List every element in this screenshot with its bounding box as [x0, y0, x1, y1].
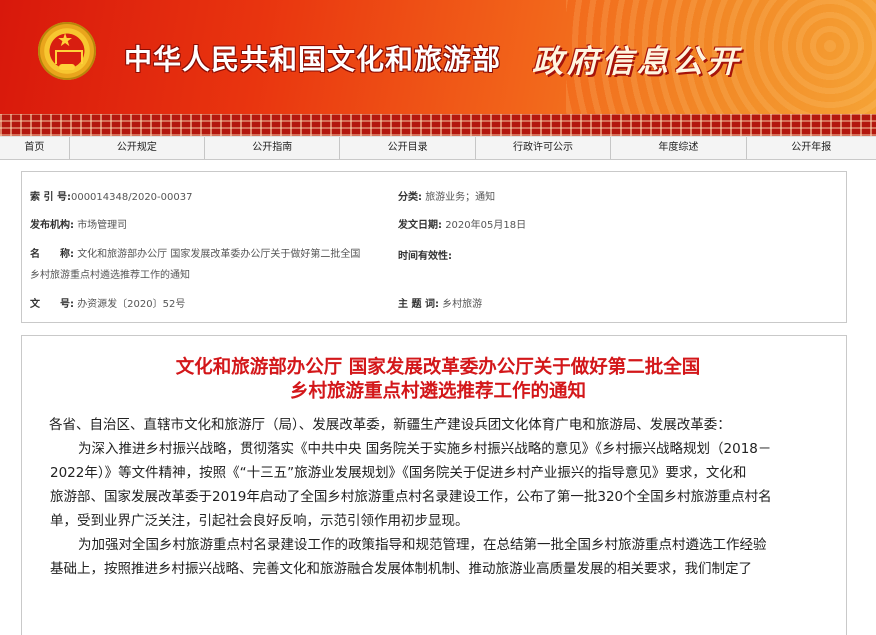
- gate-icon: [55, 50, 83, 64]
- nav-item-annual-summary[interactable]: 年度综述: [611, 137, 747, 159]
- nav-item-disclosure-rules[interactable]: 公开规定: [70, 137, 206, 159]
- meta-category: 分类: 旅游业务；通知: [398, 192, 496, 203]
- meta-doc-name: 名 称: 文化和旅游部办公厅 国家发展改革委办公厅关于做好第二批全国 乡村旅游重…: [30, 249, 361, 281]
- nav-item-annual-report[interactable]: 公开年报: [747, 137, 876, 159]
- nav-item-disclosure-guide[interactable]: 公开指南: [205, 137, 341, 159]
- article-title-line: 乡村旅游重点村遴选推荐工作的通知: [289, 381, 586, 402]
- decorative-pattern-strip: [0, 114, 876, 136]
- article-paragraph-line: 2022年）》等文件精神，按照《“十三五”旅游业发展规划》《国务院关于促进乡村产…: [50, 465, 747, 481]
- site-title: 政府信息公开: [532, 44, 742, 80]
- article-paragraph-line: 为加强对全国乡村旅游重点村名录建设工作的政策指导和规范管理，在总结第一批全国乡村…: [78, 537, 767, 553]
- meta-effectiveness: 时间有效性:: [398, 251, 452, 262]
- article-paragraph-line: 单，受到业界广泛关注，引起社会良好反响，示范引领作用初步显现。: [50, 513, 469, 529]
- meta-topic: 主 题 词: 乡村旅游: [398, 299, 483, 310]
- main-nav: 首页 公开规定 公开指南 公开目录 行政许可公示 年度综述 公开年报: [0, 136, 876, 160]
- article-paragraph-line: 为深入推进乡村振兴战略，贯彻落实《中共中央 国务院关于实施乡村振兴战略的意见》《…: [78, 441, 772, 457]
- document-meta-panel: 索 引 号:000014348/2020-00037 分类: 旅游业务；通知 发…: [21, 171, 847, 323]
- article-body: 各省、自治区、直辖市文化和旅游厅（局）、发展改革委，新疆生产建设兵团文化体育广电…: [49, 413, 820, 581]
- star-icon: ★: [57, 30, 74, 51]
- nav-item-disclosure-catalog[interactable]: 公开目录: [340, 137, 476, 159]
- header-banner: ★ 中华人民共和国文化和旅游部 政府信息公开: [0, 0, 876, 114]
- article-paragraph-line: 基础上，按照推进乡村振兴战略、完善文化和旅游融合发展体制机制、推动旅游业高质量发…: [50, 561, 752, 577]
- article-title: 文化和旅游部办公厅 国家发展改革委办公厅关于做好第二批全国 乡村旅游重点村遴选推…: [0, 356, 876, 404]
- gear-icon: [59, 64, 75, 70]
- meta-index-no: 索 引 号:000014348/2020-00037: [30, 192, 193, 203]
- meta-issue-date: 发文日期: 2020年05月18日: [398, 220, 527, 231]
- article-title-line: 文化和旅游部办公厅 国家发展改革委办公厅关于做好第二批全国: [175, 357, 701, 378]
- article-paragraph-line: 旅游部、国家发展改革委于2019年启动了全国乡村旅游重点村名录建设工作，公布了第…: [50, 489, 772, 505]
- ministry-title: 中华人民共和国文化和旅游部: [124, 43, 502, 76]
- national-emblem-icon: ★: [38, 22, 96, 80]
- meta-doc-no: 文 号: 办资源发〔2020〕52号: [30, 299, 186, 310]
- nav-item-home[interactable]: 首页: [0, 137, 70, 159]
- article-salutation: 各省、自治区、直辖市文化和旅游厅（局）、发展改革委，新疆生产建设兵团文化体育广电…: [49, 417, 731, 433]
- nav-item-admin-license[interactable]: 行政许可公示: [476, 137, 612, 159]
- meta-issuer: 发布机构: 市场管理司: [30, 220, 128, 231]
